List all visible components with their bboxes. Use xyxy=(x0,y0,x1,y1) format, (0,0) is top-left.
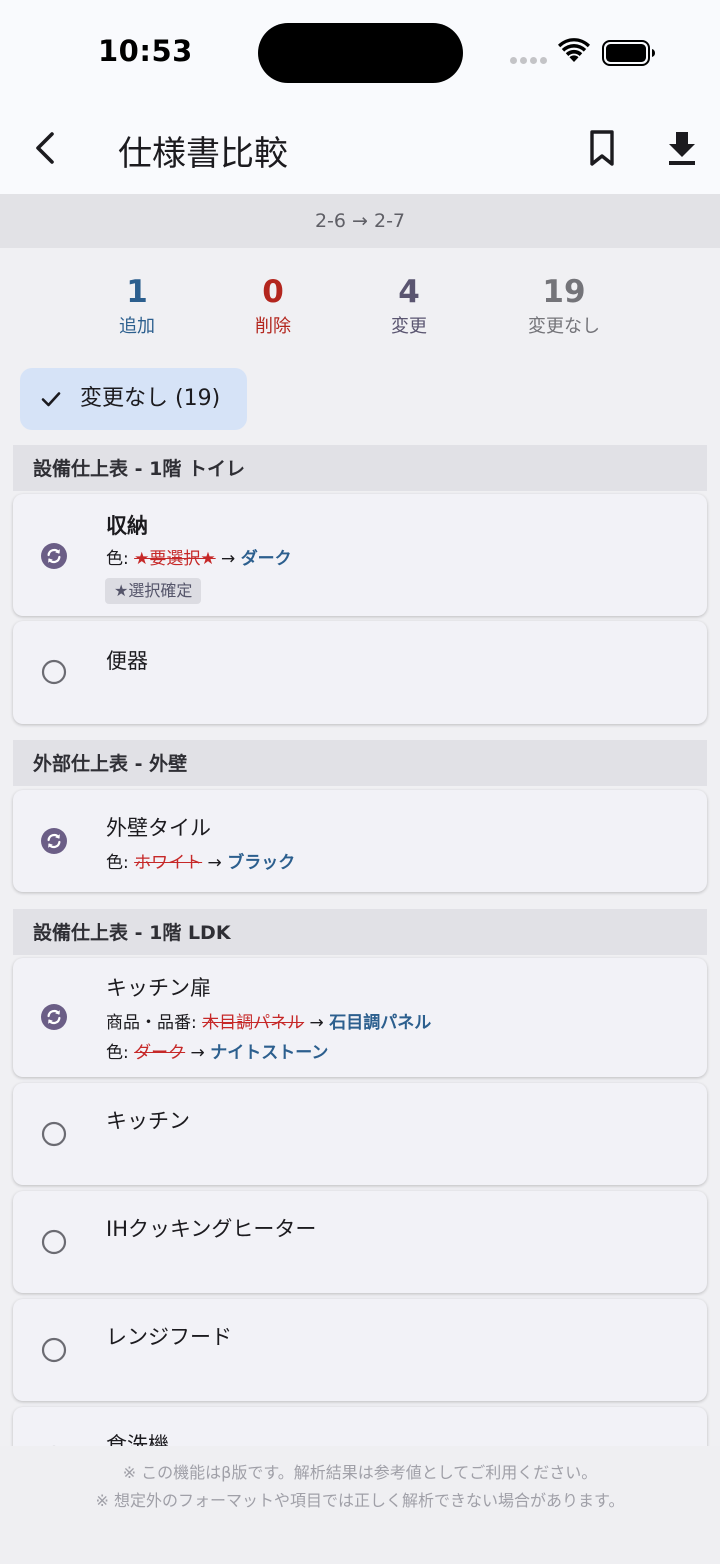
new-value: ブラック xyxy=(227,853,296,873)
stat-label: 変更なし xyxy=(528,316,600,337)
new-value: ダーク xyxy=(240,549,292,569)
unchanged-filter-chip[interactable]: 変更なし (19) xyxy=(20,368,247,430)
sync-icon xyxy=(41,543,67,569)
download-icon[interactable] xyxy=(660,126,704,170)
item-name: レンジフード xyxy=(106,1325,232,1349)
list-item[interactable]: 食洗機 xyxy=(13,1407,707,1446)
status-bar: 10:53 xyxy=(0,0,720,108)
list-item-changed[interactable]: 外壁タイル 色: ホワイト → ブラック xyxy=(13,790,707,892)
change-field: 色: xyxy=(106,1043,135,1063)
change-field: 色: xyxy=(106,853,135,873)
change-arrow: → xyxy=(202,853,228,873)
stat-value: 19 xyxy=(542,274,586,310)
disclaimer-line: ※ 想定外のフォーマットや項目では正しく解析できない場合があります。 xyxy=(95,1491,625,1510)
new-value: ナイトストーン xyxy=(210,1043,329,1063)
check-icon xyxy=(41,392,61,407)
stat-value: 0 xyxy=(262,274,284,310)
stat-added: 1 追加 xyxy=(67,270,207,340)
list-item-changed[interactable]: 収納 色: ★要選択★ → ダーク ★選択確定 xyxy=(13,494,707,616)
filter-chip-label: 変更なし (19) xyxy=(80,386,221,411)
radio-empty-icon xyxy=(41,659,67,685)
change-line: 色: ホワイト → ブラック xyxy=(106,848,295,873)
status-time: 10:53 xyxy=(98,34,193,68)
page-title: 仕様書比較 xyxy=(118,134,288,174)
bookmark-icon[interactable] xyxy=(582,126,622,170)
summary-stats: 1 追加 0 削除 4 変更 19 変更なし xyxy=(0,270,720,350)
stat-label: 削除 xyxy=(255,316,291,337)
dynamic-island xyxy=(258,23,463,83)
section-header: 外部仕上表 - 外壁 xyxy=(13,740,707,786)
list-item[interactable]: レンジフード xyxy=(13,1299,707,1401)
list-item[interactable]: 便器 xyxy=(13,621,707,724)
sync-icon xyxy=(41,1004,67,1030)
old-value: 木目調パネル xyxy=(202,1013,305,1033)
item-name: キッチン xyxy=(106,1109,190,1133)
old-value: ダーク xyxy=(134,1043,186,1063)
change-field: 商品・品番: xyxy=(106,1013,203,1033)
section-header: 設備仕上表 - 1階 LDK xyxy=(13,909,707,955)
status-badge: ★選択確定 xyxy=(105,578,202,604)
stat-value: 4 xyxy=(398,274,420,310)
list-item-changed[interactable]: キッチン扉 商品・品番: 木目調パネル → 石目調パネル 色: ダーク → ナイ… xyxy=(13,958,707,1077)
stat-label: 追加 xyxy=(119,316,155,337)
stat-value: 1 xyxy=(126,274,148,310)
beta-disclaimer: ※ この機能はβ版です。解析結果は参考値としてご利用ください。 ※ 想定外のフォ… xyxy=(0,1446,720,1564)
stat-label: 変更 xyxy=(391,316,427,337)
comparison-list[interactable]: 設備仕上表 - 1階 トイレ 収納 色: ★要選択★ → ダーク ★選択確定 便… xyxy=(0,444,720,1446)
change-line: 色: ダーク → ナイトストーン xyxy=(106,1038,328,1063)
stat-deleted: 0 削除 xyxy=(203,270,343,340)
change-line: 色: ★要選択★ → ダーク xyxy=(106,544,292,569)
item-name: 外壁タイル xyxy=(106,816,211,840)
item-name: キッチン扉 xyxy=(106,976,211,1000)
list-item[interactable]: IHクッキングヒーター xyxy=(13,1191,707,1293)
version-compare-label: 2-6 → 2-7 xyxy=(0,194,720,248)
list-item[interactable]: キッチン xyxy=(13,1083,707,1185)
change-arrow: → xyxy=(185,1043,211,1063)
radio-empty-icon xyxy=(41,1337,67,1363)
old-value: ★要選択★ xyxy=(134,549,216,569)
item-name: 便器 xyxy=(106,649,148,673)
change-field: 色: xyxy=(106,549,135,569)
sync-icon xyxy=(41,828,67,854)
disclaimer-line: ※ この機能はβ版です。解析結果は参考値としてご利用ください。 xyxy=(122,1463,598,1482)
item-name: IHクッキングヒーター xyxy=(106,1217,317,1241)
old-value: ホワイト xyxy=(134,853,203,873)
change-line: 商品・品番: 木目調パネル → 石目調パネル xyxy=(106,1008,431,1033)
battery-icon xyxy=(602,40,655,66)
new-value: 石目調パネル xyxy=(329,1013,432,1033)
stat-changed: 4 変更 xyxy=(339,270,479,340)
stat-unchanged: 19 変更なし xyxy=(494,270,634,340)
wifi-icon xyxy=(558,38,590,62)
app-bar: 仕様書比較 xyxy=(0,108,720,194)
item-name: 収納 xyxy=(106,514,148,538)
change-arrow: → xyxy=(215,549,241,569)
arrow-back-icon[interactable] xyxy=(26,128,66,168)
item-name: 食洗機 xyxy=(106,1433,169,1446)
section-header: 設備仕上表 - 1階 トイレ xyxy=(13,445,707,491)
radio-empty-icon xyxy=(41,1229,67,1255)
radio-empty-icon xyxy=(41,1121,67,1147)
change-arrow: → xyxy=(304,1013,330,1033)
